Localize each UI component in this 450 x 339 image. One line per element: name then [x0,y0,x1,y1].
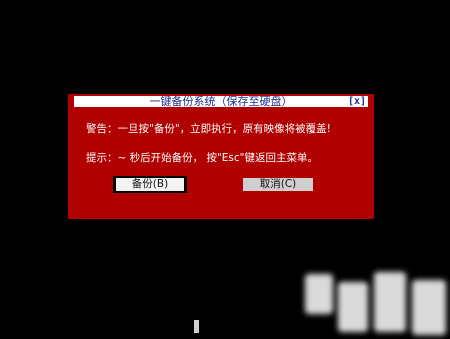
warning-message: 警告：一旦按"备份"，立即执行，原有映像将被覆盖! [86,123,331,135]
text-cursor [194,320,199,333]
backup-dialog: 一键备份系统（保存至硬盘） [x] 警告：一旦按"备份"，立即执行，原有映像将被… [68,94,374,219]
cancel-button[interactable]: 取消(C) [243,178,313,191]
close-button[interactable]: [x] [348,96,366,107]
hint-message: 提示：~ 秒后开始备份， 按"Esc"键返回主菜单。 [86,152,319,164]
dialog-title-bar: 一键备份系统（保存至硬盘） [x] [74,96,368,107]
backup-button-label: 备份(B) [116,178,184,191]
dialog-title: 一键备份系统（保存至硬盘） [149,95,293,108]
blurred-watermark [305,272,446,335]
backup-button[interactable]: 备份(B) [113,176,187,193]
